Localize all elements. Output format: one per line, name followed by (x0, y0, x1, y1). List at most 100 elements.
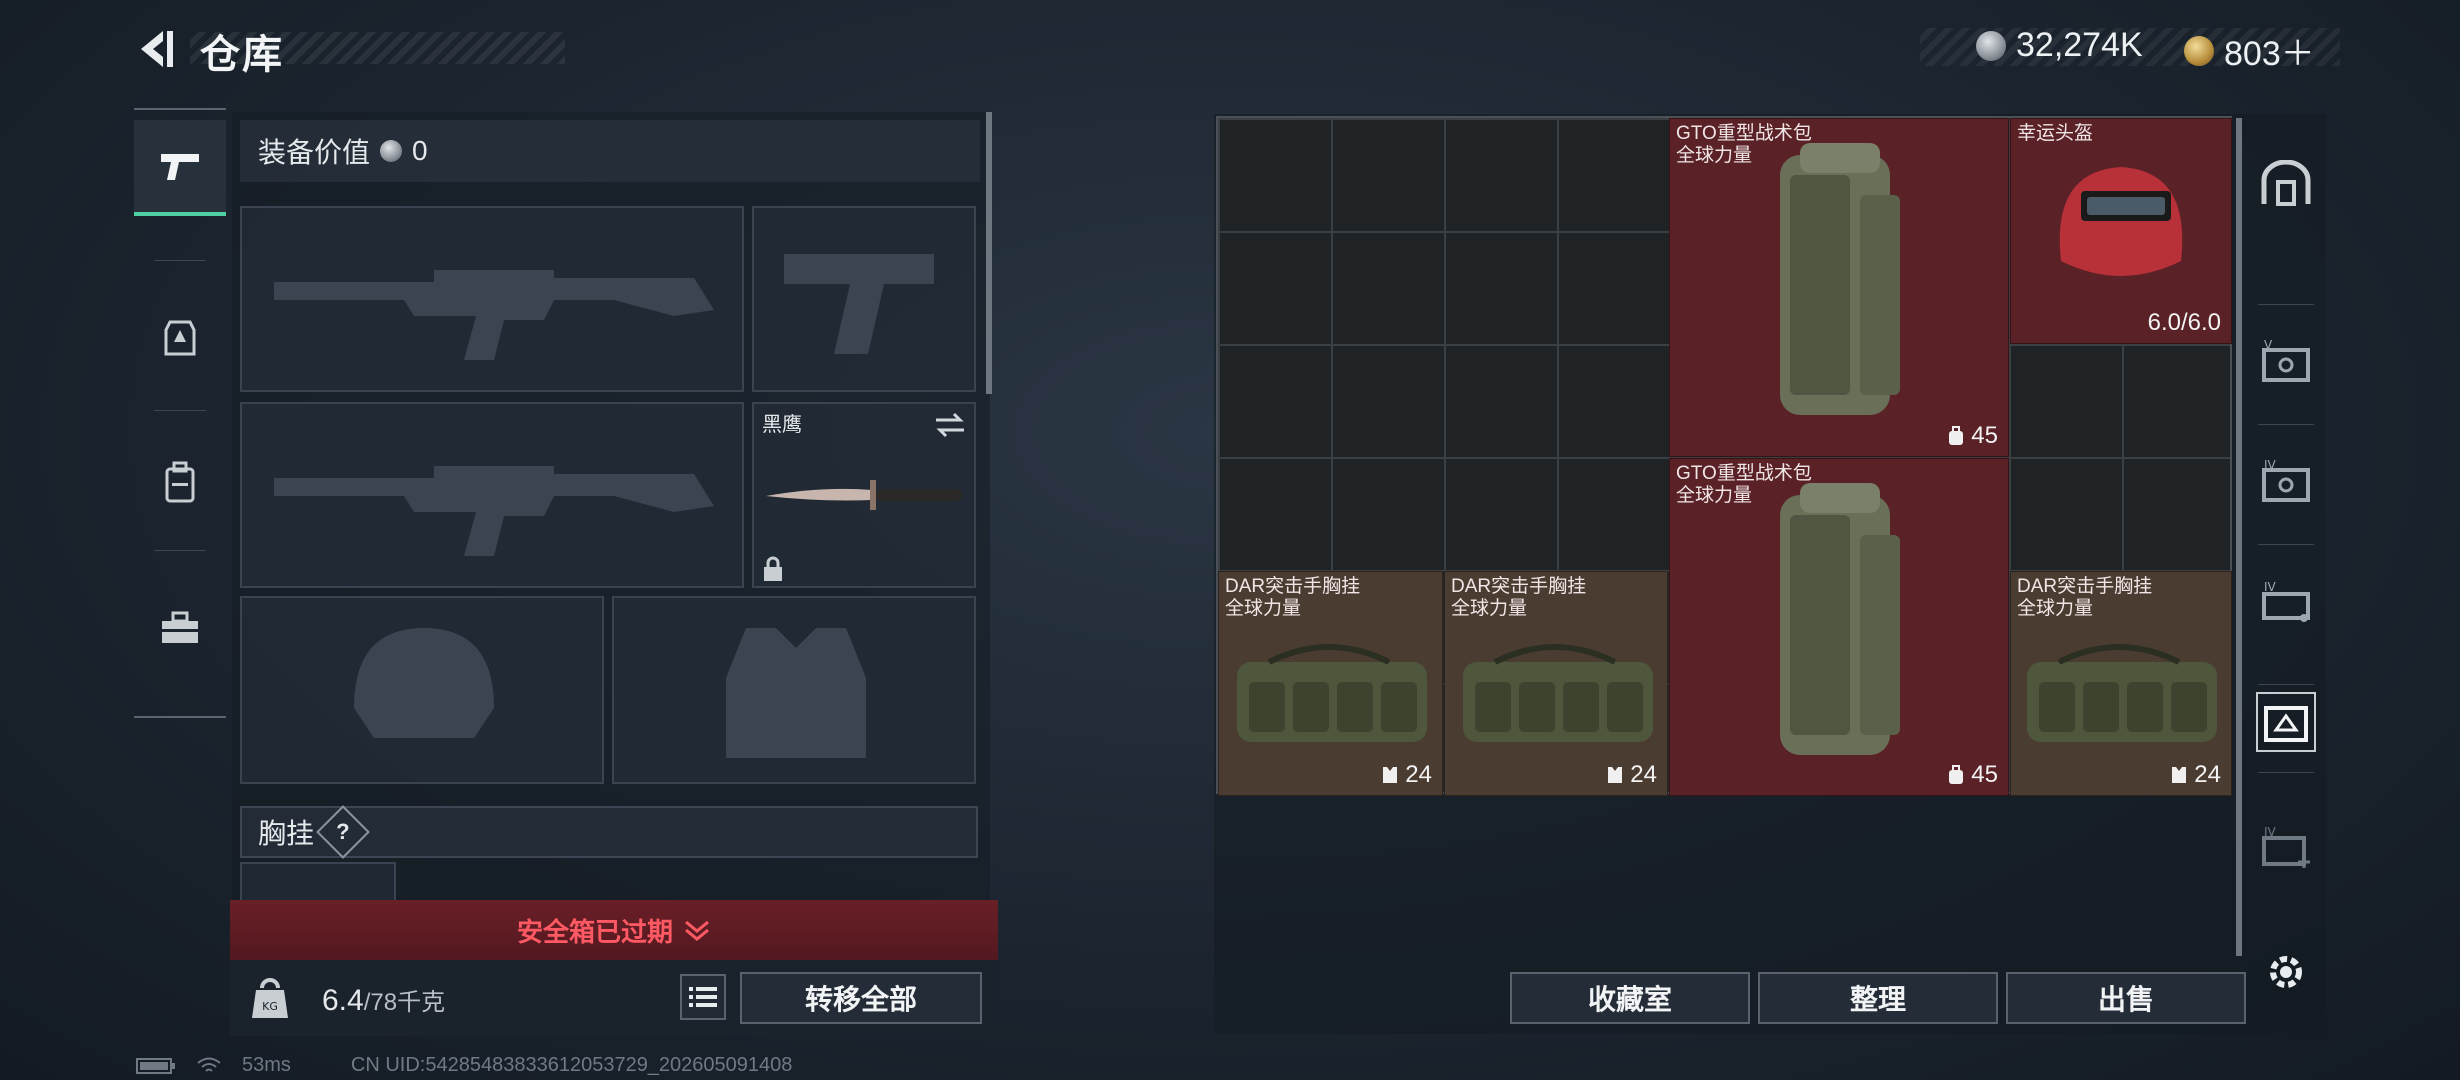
item-quantity: 24 (2194, 761, 2221, 788)
user-uid: CN UID:54285483833612053729_202605091408 (350, 1054, 793, 1076)
svg-text:KG: KG (262, 1000, 278, 1013)
storage-page-v[interactable]: V (2256, 332, 2316, 392)
pistol-icon (161, 154, 199, 180)
chest-rig-image-icon (2027, 644, 2217, 742)
storage-item-gto-backpack[interactable]: GTO重型战术包 全球力量 45 (1669, 118, 2009, 457)
chest-rig-capacity-icon (1383, 767, 1398, 783)
vest-silhouette-icon (726, 628, 866, 758)
melee-name: 黑鹰 (762, 414, 802, 436)
pistol-slot[interactable] (752, 206, 976, 392)
list-view-button[interactable] (680, 974, 726, 1020)
storage-grid-icon (2264, 706, 2308, 742)
svg-text:IV: IV (2264, 826, 2277, 839)
storage-item-dar-chest-rig[interactable]: DAR突击手胸挂 全球力量 24 (2010, 571, 2232, 796)
transfer-all-button[interactable]: 转移全部 (740, 972, 982, 1024)
weight-readout: 6.4/78千克 (322, 982, 445, 1018)
svg-text:IV: IV (2264, 580, 2277, 594)
tab-toolbox[interactable] (134, 580, 226, 676)
secondary-weapon-slot[interactable] (240, 402, 744, 588)
primary-weapon-slot[interactable] (240, 206, 744, 392)
storage-item-dar-chest-rig[interactable]: DAR突击手胸挂 全球力量 24 (1444, 571, 1668, 796)
sort-button[interactable]: 整理 (1758, 972, 1998, 1024)
gold-currency[interactable]: 803＋ (2184, 26, 2315, 75)
toolbox-icon (162, 611, 198, 643)
back-button[interactable] (130, 26, 180, 72)
chest-rig-image-icon (1463, 644, 1653, 742)
settings-button[interactable] (2256, 942, 2316, 1002)
weight-icon: KG (252, 978, 288, 1018)
item-durability: 6.0/6.0 (2147, 309, 2221, 336)
list-icon (689, 987, 717, 1007)
weight-current: 6.4 (322, 984, 364, 1017)
storage-page-vault[interactable] (2256, 154, 2316, 214)
armor-icon (164, 320, 196, 356)
storage-item-lucky-helmet[interactable]: 幸运头盔 6.0/6.0 (2010, 118, 2232, 344)
weight-capacity: /78千克 (363, 989, 446, 1016)
sell-button[interactable]: 出售 (2006, 972, 2246, 1024)
chest-rig-image-icon (1237, 644, 1427, 742)
backpack-icon (165, 461, 195, 503)
battery-icon (136, 1057, 175, 1074)
item-subtitle: 全球力量 (2017, 598, 2094, 619)
storage-page-column: V IV IV IV (2250, 118, 2322, 988)
storage-box-icon: V (2262, 340, 2310, 382)
item-name: DAR突击手胸挂 (1225, 576, 1361, 597)
tab-weapons[interactable] (134, 120, 226, 216)
backpack-capacity-icon (1949, 426, 1964, 445)
storage-page-add[interactable]: IV (2256, 818, 2316, 878)
gear-icon (2270, 956, 2302, 988)
backpack-image-icon (1780, 483, 1900, 755)
storage-scrollbar[interactable] (2236, 118, 2242, 956)
item-name: DAR突击手胸挂 (1451, 576, 1587, 597)
silver-amount: 32,274K (2016, 26, 2143, 64)
rifle-silhouette-icon (274, 270, 714, 360)
item-quantity: 45 (1971, 422, 1998, 449)
ping-value: 53ms (242, 1054, 291, 1076)
storage-page-iv-case[interactable]: IV (2256, 572, 2316, 632)
storage-item-gto-backpack[interactable]: GTO重型战术包 全球力量 45 (1669, 458, 2009, 796)
pistol-silhouette-icon (784, 254, 934, 354)
silver-coin-icon (1976, 30, 2006, 61)
item-subtitle: 全球力量 (1676, 485, 1753, 506)
loadout-scrollbar[interactable] (986, 112, 992, 394)
chest-rig-row[interactable]: 胸挂 ? (240, 805, 978, 859)
item-name: DAR突击手胸挂 (2017, 576, 2153, 597)
wifi-icon (197, 1057, 221, 1072)
storage-case-icon: IV (2262, 580, 2310, 622)
safebox-expired-bar[interactable]: 安全箱已过期 (230, 900, 998, 960)
collection-room-button[interactable]: 收藏室 (1510, 972, 1750, 1024)
item-name: 幸运头盔 (2017, 123, 2094, 144)
status-line: 53ms CN UID:54285483833612053729_2026050… (136, 1054, 792, 1077)
chevron-down-icon (685, 920, 709, 941)
storage-page-iv[interactable]: IV (2256, 452, 2316, 512)
chest-rig-label: 胸挂 (258, 818, 315, 849)
backpack-capacity-icon (1949, 765, 1964, 784)
svg-text:IV: IV (2264, 460, 2277, 472)
helmet-slot[interactable] (240, 596, 604, 784)
back-arrow-icon (141, 31, 173, 67)
swap-icon[interactable] (934, 412, 966, 438)
helmet-image-icon (2059, 167, 2183, 276)
backpack-image-icon (1780, 143, 1900, 415)
melee-slot[interactable]: 黑鹰 (752, 402, 976, 588)
tab-backpack[interactable] (134, 434, 226, 530)
help-badge[interactable]: ? (316, 805, 370, 859)
help-icon: ? (336, 818, 350, 844)
item-quantity: 24 (1630, 761, 1657, 788)
storage-page-active[interactable] (2256, 692, 2316, 752)
storage-grid[interactable]: GTO重型战术包 全球力量 45 幸运头盔 6.0/6.0 GTO重型战术包 全球力… (1216, 116, 2232, 796)
item-quantity: 24 (1405, 761, 1432, 788)
item-subtitle: 全球力量 (1451, 598, 1528, 619)
item-quantity: 45 (1971, 761, 1998, 788)
equip-value-label: 装备价值 (258, 137, 371, 168)
lock-icon (764, 556, 782, 581)
gold-coin-icon (2184, 35, 2214, 66)
tab-armor[interactable] (134, 290, 226, 386)
chest-rig-capacity-icon (2172, 767, 2187, 783)
storage-item-dar-chest-rig[interactable]: DAR突击手胸挂 全球力量 24 (1218, 571, 1443, 796)
silver-currency: 32,274K (1976, 26, 2143, 65)
vest-slot[interactable] (612, 596, 976, 784)
chest-rig-slot[interactable] (240, 862, 396, 902)
equip-value-header: 装备价值 0 (240, 120, 980, 182)
svg-text:V: V (2264, 340, 2273, 352)
